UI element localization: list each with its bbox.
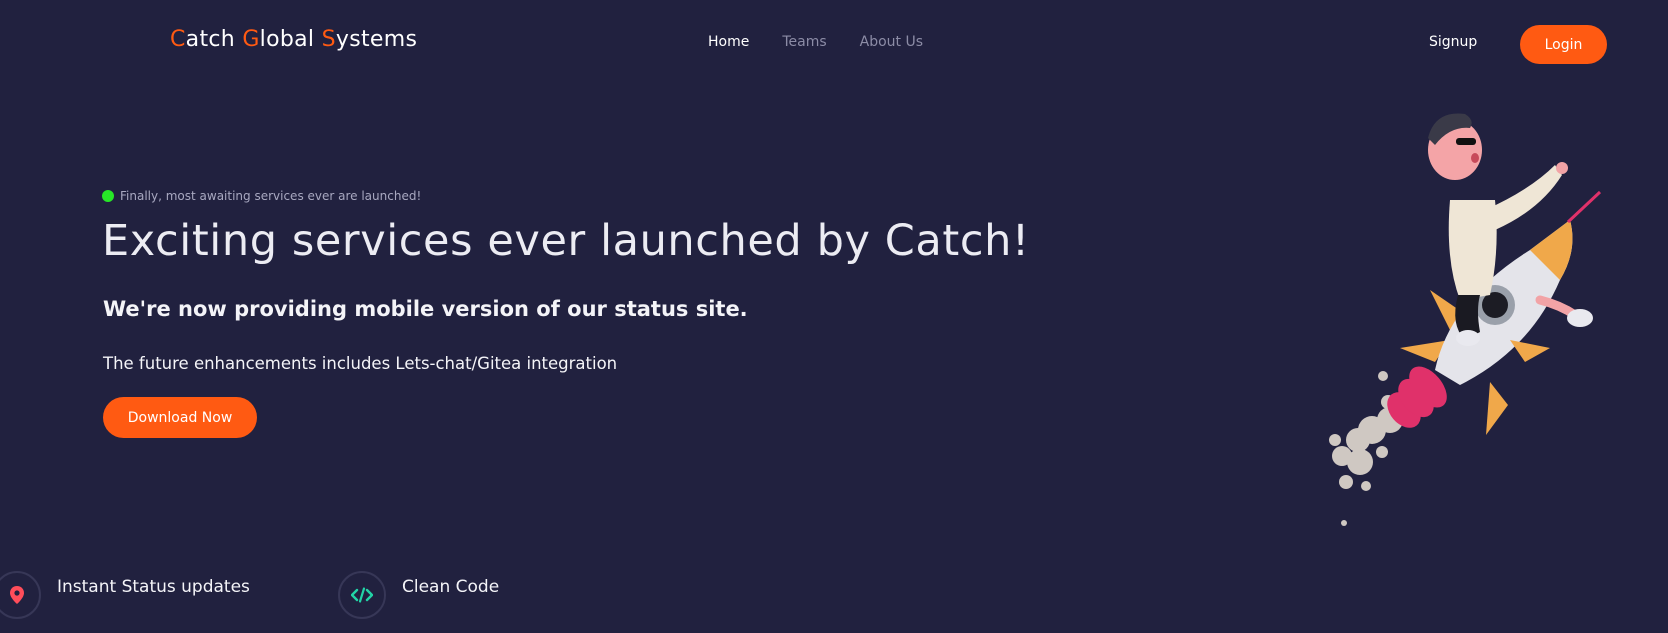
feature-instant-status: Instant Status updates — [0, 571, 250, 619]
status-dot-icon — [102, 190, 114, 202]
feature-icon-circle — [0, 571, 41, 619]
hero-note: The future enhancements includes Lets-ch… — [103, 354, 618, 373]
launch-badge: Finally, most awaiting services ever are… — [102, 189, 421, 203]
code-icon — [351, 587, 373, 603]
brand-letter: G — [242, 27, 260, 52]
rocket-rider-icon — [1329, 113, 1602, 526]
nav-about-us[interactable]: About Us — [860, 34, 923, 50]
brand-letter: C — [170, 27, 186, 52]
brand-text: atch — [185, 27, 243, 52]
brand-letter: S — [321, 27, 336, 52]
brand-text: ystems — [335, 27, 418, 52]
login-button[interactable]: Login — [1520, 25, 1607, 64]
brand-logo[interactable]: Catch Global Systems — [170, 27, 417, 52]
rocket-rider-illustration — [1300, 100, 1668, 540]
download-now-button[interactable]: Download Now — [103, 397, 257, 438]
nav-teams[interactable]: Teams — [782, 34, 826, 50]
main-nav: Home Teams About Us — [708, 34, 923, 50]
signup-link[interactable]: Signup — [1429, 34, 1477, 50]
brand-text: lobal — [259, 27, 322, 52]
feature-clean-code: Clean Code — [338, 571, 499, 619]
feature-label: Clean Code — [402, 577, 500, 597]
nav-home[interactable]: Home — [708, 34, 749, 50]
feature-icon-circle — [338, 571, 386, 619]
feature-label: Instant Status updates — [57, 577, 250, 597]
hero-subtitle: We're now providing mobile version of ou… — [103, 297, 748, 321]
hero-title: Exciting services ever launched by Catch… — [102, 216, 1030, 266]
badge-text: Finally, most awaiting services ever are… — [120, 189, 422, 203]
map-pin-icon — [10, 586, 24, 604]
